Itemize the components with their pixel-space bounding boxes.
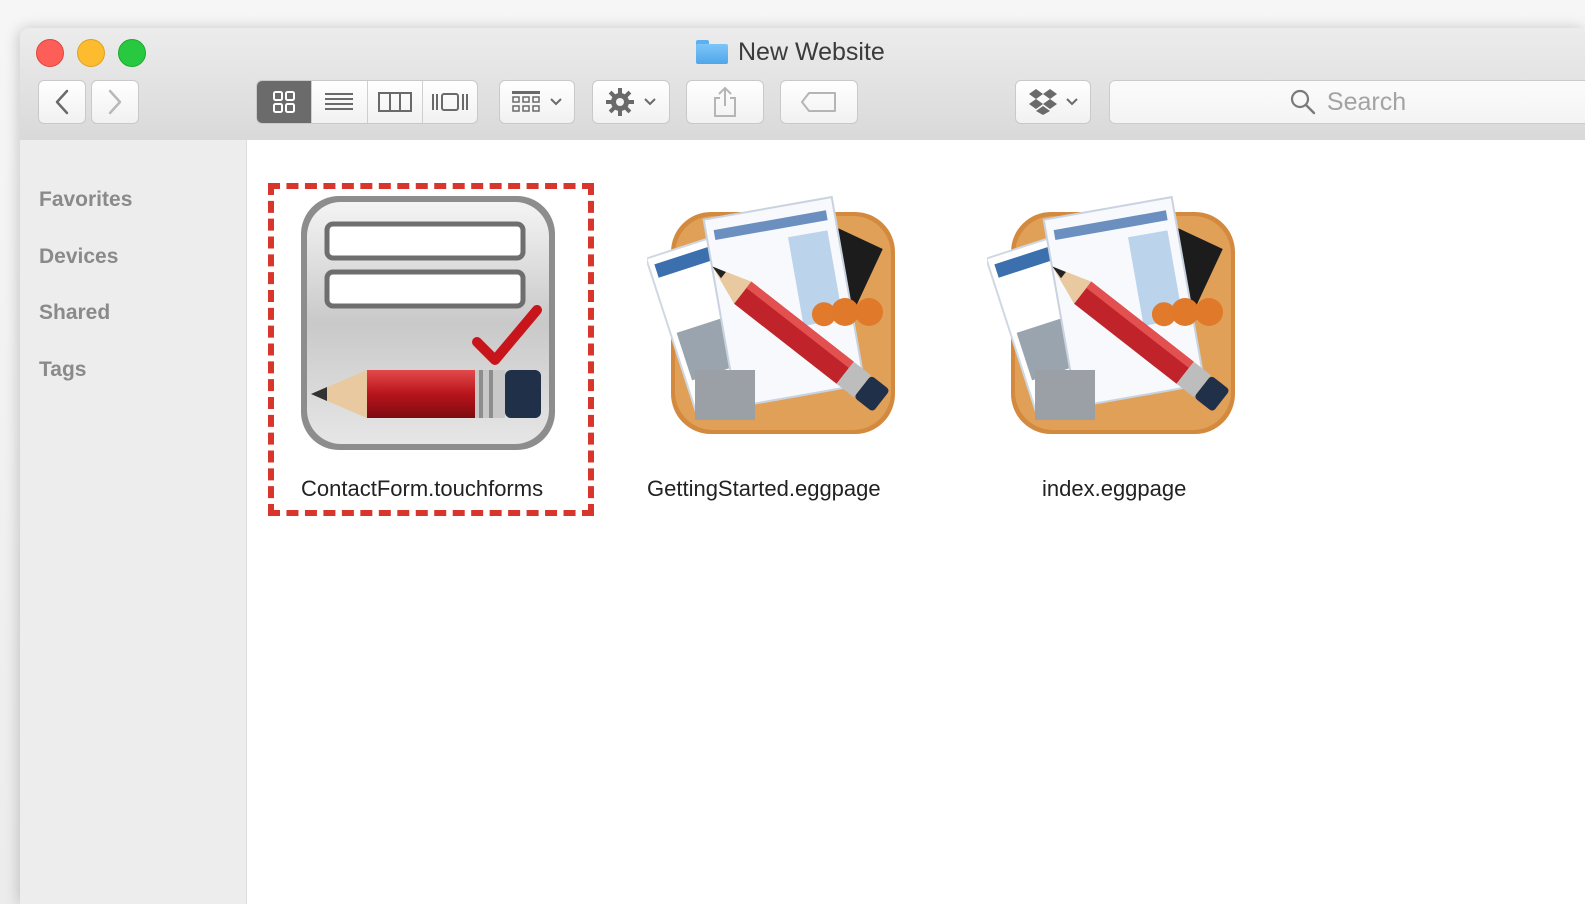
list-view-button[interactable]	[312, 81, 368, 123]
file-item[interactable]: index.eggpage	[947, 140, 1287, 520]
file-name: ContactForm.touchforms	[301, 476, 544, 501]
sidebar: Favorites Devices Shared Tags	[20, 140, 247, 904]
share-button[interactable]	[686, 80, 764, 124]
search-icon	[1290, 89, 1316, 115]
file-browser-content: ContactForm.touchforms GettingStarted.eg…	[247, 140, 1585, 904]
chevron-down-icon	[550, 98, 562, 106]
back-button[interactable]	[38, 80, 86, 124]
column-view-icon	[377, 92, 412, 112]
finder-window: New Website Search Favorites Devices Sha…	[20, 28, 1585, 904]
zoom-window-button[interactable]	[118, 39, 146, 67]
cover-flow-view-button[interactable]	[423, 81, 477, 123]
file-item[interactable]: GettingStarted.eggpage	[607, 140, 947, 520]
minimize-window-button[interactable]	[77, 39, 105, 67]
cover-flow-view-icon	[431, 93, 468, 111]
close-window-button[interactable]	[36, 39, 64, 67]
eggpage-document-icon	[987, 195, 1235, 434]
folder-icon	[696, 39, 728, 65]
file-item[interactable]: ContactForm.touchforms	[247, 140, 607, 520]
file-name: GettingStarted.eggpage	[647, 476, 881, 501]
eggpage-document-icon	[647, 195, 895, 434]
dropbox-icon	[1029, 89, 1057, 115]
gear-icon	[606, 88, 634, 116]
arrange-button[interactable]	[499, 80, 575, 124]
action-menu-button[interactable]	[592, 80, 670, 124]
share-icon	[714, 86, 736, 117]
window-title: New Website	[738, 37, 885, 66]
sidebar-item-favorites[interactable]: Favorites	[39, 188, 132, 212]
titlebar: New Website Search	[20, 28, 1585, 141]
sidebar-item-shared[interactable]: Shared	[39, 301, 110, 325]
tag-icon	[801, 92, 836, 112]
list-view-icon	[325, 93, 354, 110]
search-field[interactable]: Search	[1109, 80, 1585, 124]
search-placeholder: Search	[1326, 87, 1407, 116]
icon-view-button[interactable]	[257, 81, 313, 123]
chevron-left-icon	[55, 89, 69, 115]
desktop: New Website Search Favorites Devices Sha…	[0, 0, 1585, 904]
file-name: index.eggpage	[1042, 476, 1187, 501]
view-mode-control	[256, 80, 478, 124]
tag-button[interactable]	[780, 80, 858, 124]
column-view-button[interactable]	[368, 81, 423, 123]
chevron-down-icon	[1066, 98, 1078, 106]
arrange-grid-icon	[512, 91, 540, 112]
window-title-area: New Website	[696, 36, 885, 68]
icon-view-icon	[273, 91, 296, 113]
dropbox-button[interactable]	[1015, 80, 1091, 124]
sidebar-item-tags[interactable]: Tags	[39, 358, 86, 382]
sidebar-item-devices[interactable]: Devices	[39, 245, 118, 269]
chevron-right-icon	[108, 89, 122, 115]
chevron-down-icon	[644, 98, 656, 106]
touchforms-document-icon	[301, 196, 555, 450]
forward-button[interactable]	[91, 80, 139, 124]
